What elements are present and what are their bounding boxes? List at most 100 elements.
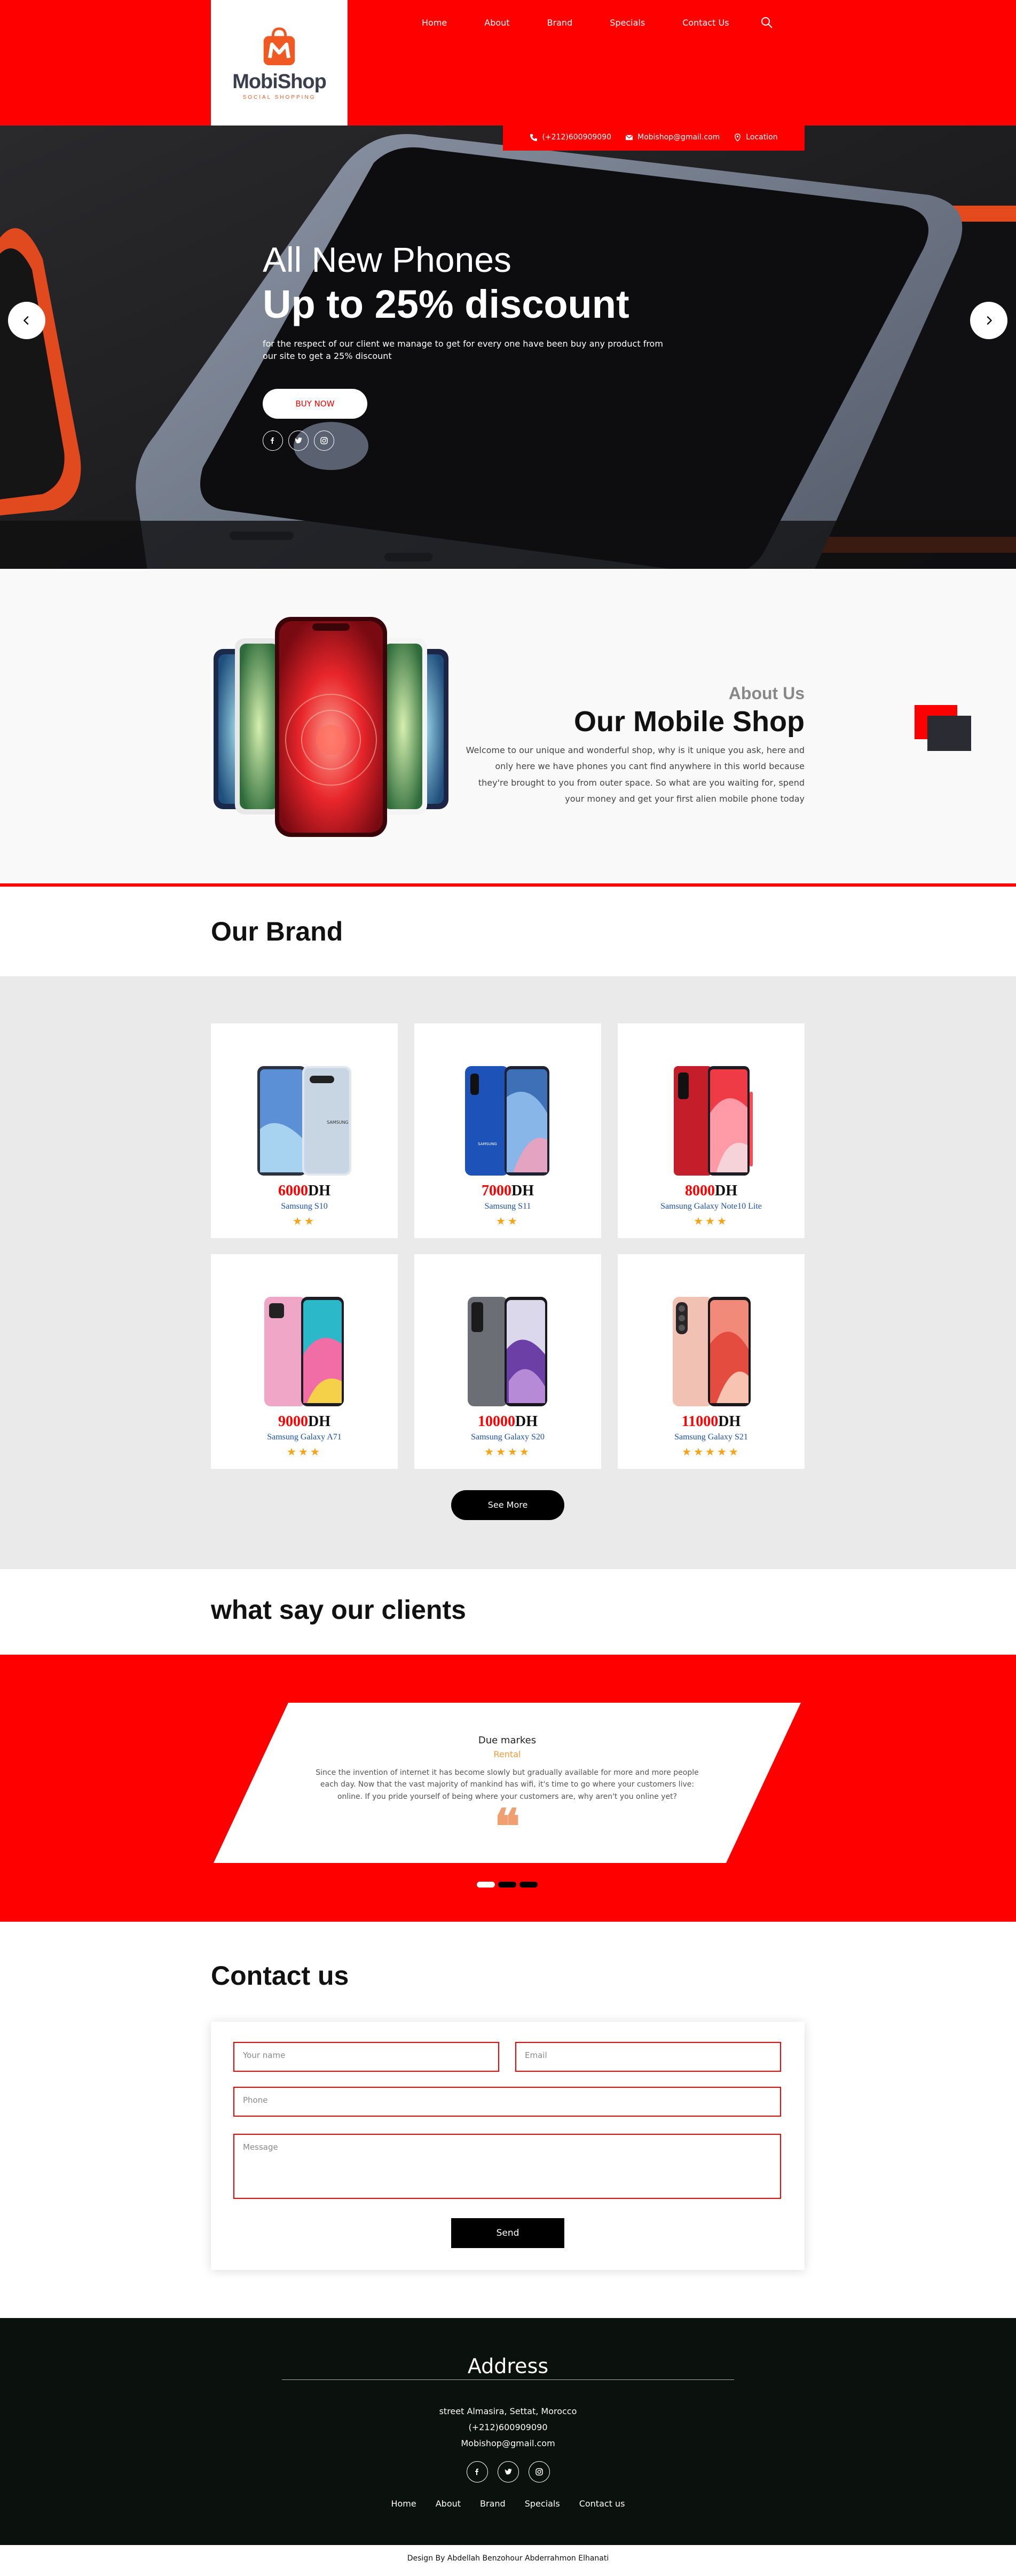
twitter-icon[interactable] [288,430,309,451]
product-card[interactable]: 8000DH Samsung Galaxy Note10 Lite ★★★ [618,1023,805,1238]
hero-subtitle: Up to 25% discount [263,281,629,326]
product-image: SAMSUNG [257,1066,351,1176]
name-field[interactable]: Your name [233,2042,499,2072]
footer-nav-contact-us[interactable]: Contact us [579,2499,625,2509]
header: MobiShop SOCIAL SHOPPING Home About Bran… [0,0,1016,126]
see-more-button[interactable]: See More [451,1490,564,1520]
footer: Address street Almasira, Settat, Morocco… [0,2318,1016,2545]
contact-section-title: Contact us [211,1961,349,1991]
testimonials-section: Due markes Rental Since the invention of… [0,1655,1016,1922]
facebook-icon[interactable] [263,430,283,451]
product-card[interactable]: 9000DH Samsung Galaxy A71 ★★★ [211,1254,398,1469]
message-field[interactable]: Message [233,2134,781,2199]
product-name[interactable]: Samsung Galaxy Note10 Lite [660,1202,762,1211]
testimonial-card: Due markes Rental Since the invention of… [214,1703,801,1863]
envelope-icon [625,134,633,140]
phone-field[interactable]: Phone [233,2087,781,2117]
logo-name: MobiShop [232,70,327,93]
email-field[interactable]: Email [515,2042,781,2072]
contact-form: Your name Email Phone Message Send [211,2022,805,2270]
product-price: 7000DH [482,1183,534,1199]
footer-street: street Almasira, Settat, Morocco [439,2406,577,2416]
hero-content: All New Phones Up to 25% discount for th… [263,240,668,451]
pagination-dot[interactable] [477,1882,495,1888]
testimonial-text: Since the invention of internet it has b… [316,1768,699,1801]
nav-brand[interactable]: Brand [547,18,573,28]
contact-location[interactable]: Location [746,133,777,142]
product-name[interactable]: Samsung S11 [485,1202,531,1211]
logo-tagline: SOCIAL SHOPPING [242,94,316,100]
footer-email[interactable]: Mobishop@gmail.com [0,2436,1016,2452]
svg-text:SAMSUNG: SAMSUNG [478,1142,497,1146]
search-icon[interactable] [760,16,773,29]
hero-title: All New Phones [263,240,511,279]
testimonial-pagination [477,1882,538,1888]
star-rating: ★★★★★ [682,1445,741,1458]
send-button[interactable]: Send [451,2218,564,2248]
svg-text:SAMSUNG: SAMSUNG [327,1120,349,1125]
slider-next-button[interactable] [970,302,1007,339]
star-rating: ★★★ [694,1215,729,1227]
about-section: About Us Our Mobile Shop Welcome to our … [0,569,1016,887]
quote-icon: ❝ [494,1801,521,1854]
footer-nav-specials[interactable]: Specials [525,2499,560,2509]
pagination-dot[interactable] [519,1882,538,1888]
product-image [468,1297,547,1406]
phone-icon [530,134,538,141]
star-rating: ★★ [496,1215,519,1227]
star-rating: ★★★★ [484,1445,531,1458]
product-price: 10000DH [478,1413,538,1430]
twitter-icon[interactable] [498,2461,519,2483]
nav-specials[interactable]: Specials [610,18,645,28]
product-image [264,1297,344,1406]
nav-about[interactable]: About [484,18,509,28]
footer-phone[interactable]: (+212)600909090 [0,2420,1016,2436]
decorative-dark-square [927,716,971,751]
instagram-icon[interactable] [314,430,334,451]
about-label: About Us [728,684,805,703]
product-price: 8000DH [685,1183,737,1199]
product-name[interactable]: Samsung Galaxy A71 [267,1432,342,1442]
contact-email[interactable]: Mobishop@gmail.com [637,133,720,142]
contact-strip: (+212)600909090 Mobishop@gmail.com Locat… [503,124,805,151]
logo[interactable]: MobiShop SOCIAL SHOPPING [211,0,348,126]
footer-address: street Almasira, Settat, Morocco (+212)6… [0,2403,1016,2452]
testimonial-role: Rental [493,1749,521,1759]
slider-prev-button[interactable] [8,302,45,339]
footer-nav-home[interactable]: Home [391,2499,416,2509]
product-name[interactable]: Samsung Galaxy S20 [471,1432,545,1442]
contact-phone[interactable]: (+212)600909090 [542,133,611,142]
product-name[interactable]: Samsung Galaxy S21 [674,1432,748,1442]
product-price: 9000DH [278,1413,330,1430]
instagram-icon[interactable] [529,2461,550,2483]
product-image [673,1297,751,1406]
product-card[interactable]: 10000DH Samsung Galaxy S20 ★★★★ [414,1254,601,1469]
location-pin-icon [735,133,741,142]
footer-nav-brand[interactable]: Brand [480,2499,506,2509]
pagination-dot[interactable] [498,1882,516,1888]
nav-contact-us[interactable]: Contact Us [682,18,729,28]
facebook-icon[interactable] [467,2461,488,2483]
product-name[interactable]: Samsung S10 [281,1202,328,1211]
main-nav: Home About Brand Specials Contact Us [422,16,773,29]
hero-social-links [263,430,668,451]
design-credit: Design By Abdellah Benzohour Abderrahmon… [407,2554,609,2563]
star-rating: ★★★ [287,1445,322,1458]
footer-nav-about[interactable]: About [436,2499,461,2509]
product-price: 11000DH [681,1413,741,1430]
product-image [674,1066,753,1176]
footer-divider [282,2379,734,2380]
product-card[interactable]: SAMSUNG 6000DH Samsung S10 ★★ [211,1023,398,1238]
about-description: Welcome to our unique and wonderful shop… [466,745,805,804]
product-card[interactable]: SAMSUNG 7000DH Samsung S11 ★★ [414,1023,601,1238]
testimonial-author: Due markes [478,1735,537,1746]
product-price: 6000DH [278,1183,330,1199]
nav-home[interactable]: Home [422,18,447,28]
chevron-left-icon [23,316,29,325]
hero-description: for the respect of our client we manage … [263,338,663,362]
buy-now-button[interactable]: BUY NOW [263,389,367,419]
chevron-right-icon [987,316,993,325]
hero-slider: All New Phones Up to 25% discount for th… [0,126,1016,569]
product-card[interactable]: 11000DH Samsung Galaxy S21 ★★★★★ [618,1254,805,1469]
star-rating: ★★ [293,1215,316,1227]
